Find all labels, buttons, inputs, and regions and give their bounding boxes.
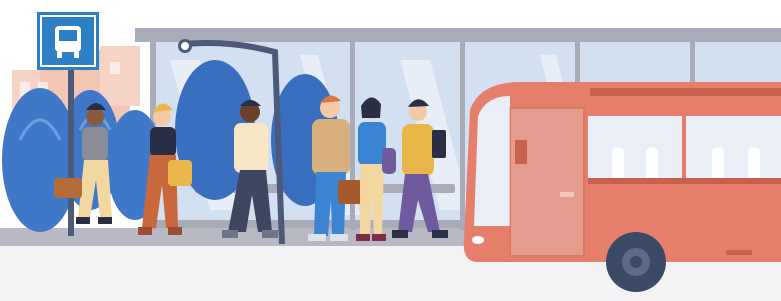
bus-window-2 xyxy=(686,116,781,178)
bus-stop-scene xyxy=(0,12,781,301)
bus-door xyxy=(509,107,585,257)
bus-wheel xyxy=(606,232,666,292)
bus-windshield xyxy=(474,96,510,226)
bus-window-1 xyxy=(588,116,682,178)
bus xyxy=(463,82,781,292)
